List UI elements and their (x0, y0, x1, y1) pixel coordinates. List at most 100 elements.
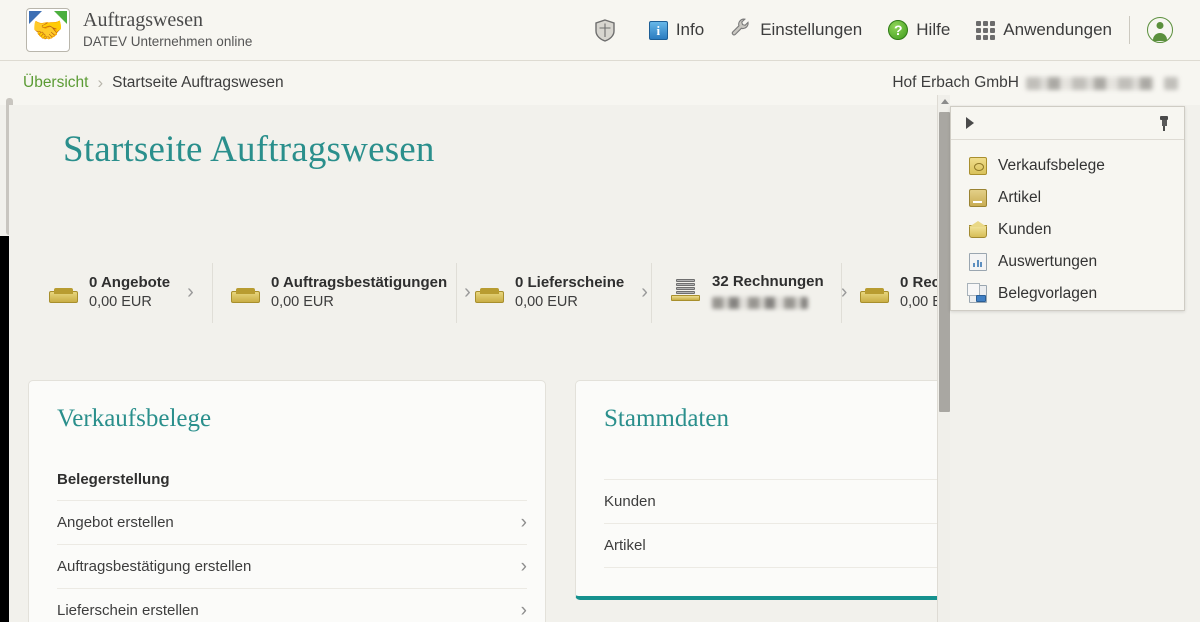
breadcrumb-bar: Übersicht › Startseite Auftragswesen Hof… (0, 61, 1200, 105)
panel-menu-list: Verkaufsbelege Artikel Kunden Auswertung… (951, 140, 1184, 310)
apps-grid-icon (976, 21, 995, 40)
handshake-icon: 🤝 (26, 8, 70, 52)
stat-amount: 0,00 EUR (515, 293, 624, 312)
tray-icon (475, 283, 504, 303)
app-header: 🤝 Auftragswesen DATEV Unternehmen online… (0, 0, 1200, 61)
stat-amount: 0,00 E (900, 293, 937, 312)
nav-info[interactable]: i Info (636, 0, 717, 60)
breadcrumb-root[interactable]: Übersicht (23, 74, 88, 92)
left-edge-bar (0, 236, 9, 622)
list-item-artikel[interactable]: Artikel (604, 523, 937, 567)
company-redacted-block (1026, 77, 1154, 90)
main-vertical-scrollbar[interactable] (937, 95, 950, 622)
pin-icon[interactable] (1158, 116, 1170, 131)
stat-card-lieferscheine[interactable]: 0 Lieferscheine 0,00 EUR › (456, 263, 651, 323)
stat-text-group: 0 Lieferscheine 0,00 EUR (515, 273, 624, 311)
company-redacted-block-2 (1164, 77, 1178, 90)
stat-title: 32 Rechnungen (712, 272, 824, 292)
list-divider (604, 567, 937, 574)
panel-header (951, 107, 1184, 140)
nav-shield[interactable] (582, 0, 636, 60)
panel-item-auswertungen[interactable]: Auswertungen (951, 246, 1184, 278)
stat-title: 0 Auftragsbestätigungen (271, 273, 447, 293)
breadcrumb-current: Startseite Auftragswesen (112, 74, 283, 92)
chevron-right-icon: › (521, 556, 527, 578)
main-content: Startseite Auftragswesen 0 Angebote 0,00… (9, 105, 937, 622)
tray-icon (49, 283, 78, 303)
stat-card-angebote[interactable]: 0 Angebote 0,00 EUR › (31, 263, 212, 323)
company-name: Hof Erbach GmbH (892, 74, 1019, 92)
tray-icon (860, 283, 889, 303)
app-title: Auftragswesen (83, 9, 252, 32)
list-item-label: Angebot erstellen (57, 514, 174, 531)
page-title: Startseite Auftragswesen (63, 128, 435, 171)
stat-title: 0 Rechl (900, 273, 937, 293)
account-button[interactable] (1134, 0, 1186, 60)
stat-title: 0 Angebote (89, 273, 170, 293)
chevron-right-icon: › (97, 73, 103, 93)
quick-access-panel: Verkaufsbelege Artikel Kunden Auswertung… (950, 106, 1185, 311)
shield-icon (595, 19, 615, 42)
panel-item-artikel[interactable]: Artikel (951, 182, 1184, 214)
list-item-label: Kunden (604, 493, 656, 510)
triangle-right-icon[interactable] (966, 117, 974, 129)
nav-anwendungen-label: Anwendungen (1003, 20, 1112, 40)
card-spacer (576, 433, 937, 479)
top-navigation: i Info Einstellungen ? Hilfe Anwendungen (582, 0, 1200, 60)
chevron-right-icon: › (521, 600, 527, 622)
stat-text-group: 32 Rechnungen (712, 272, 824, 312)
stat-text-group: 0 Rechl 0,00 E (900, 273, 937, 311)
stat-text-group: 0 Auftragsbestätigungen 0,00 EUR (271, 273, 447, 311)
company-indicator: Hof Erbach GmbH (892, 74, 1178, 92)
stat-card-rechnungen[interactable]: 32 Rechnungen › (651, 263, 841, 323)
nav-einstellungen[interactable]: Einstellungen (717, 0, 875, 60)
help-circle-icon: ? (888, 20, 908, 40)
card-verkaufsbelege: Verkaufsbelege Belegerstellung Angebot e… (28, 380, 546, 622)
panel-item-label: Auswertungen (998, 253, 1097, 271)
nav-hilfe[interactable]: ? Hilfe (875, 0, 963, 60)
panel-item-label: Kunden (998, 221, 1051, 239)
card-heading: Stammdaten (576, 381, 937, 433)
tray-icon (231, 283, 260, 303)
nav-einstellungen-label: Einstellungen (760, 20, 862, 40)
card-heading: Verkaufsbelege (29, 381, 545, 433)
vertical-scroll-thumb[interactable] (939, 112, 950, 412)
banknote-icon (969, 157, 987, 175)
list-item-angebot-erstellen[interactable]: Angebot erstellen › (57, 500, 527, 544)
list-item-label: Lieferschein erstellen (57, 602, 199, 619)
report-chart-icon (969, 253, 987, 271)
panel-item-label: Artikel (998, 189, 1041, 207)
app-brand-text: Auftragswesen DATEV Unternehmen online (83, 9, 252, 51)
app-brand: 🤝 Auftragswesen DATEV Unternehmen online (26, 8, 252, 52)
breadcrumb: Übersicht › Startseite Auftragswesen (23, 73, 284, 93)
list-item-label: Artikel (604, 537, 646, 554)
nav-divider (1129, 16, 1130, 44)
stat-text-group: 0 Angebote 0,00 EUR (89, 273, 170, 311)
nav-anwendungen[interactable]: Anwendungen (963, 0, 1125, 60)
stat-amount: 0,00 EUR (271, 293, 447, 312)
nav-hilfe-label: Hilfe (916, 20, 950, 40)
nav-info-label: Info (676, 20, 704, 40)
stat-amount: 0,00 EUR (89, 293, 170, 312)
crown-icon (969, 225, 987, 238)
document-template-icon (969, 285, 987, 303)
list-item-lieferschein-erstellen[interactable]: Lieferschein erstellen › (57, 588, 527, 622)
stat-title: 0 Lieferscheine (515, 273, 624, 293)
wrench-icon (730, 17, 752, 44)
panel-item-verkaufsbelege[interactable]: Verkaufsbelege (951, 150, 1184, 182)
stat-amount-redacted (712, 297, 808, 309)
list-item-auftragsbestaetigung-erstellen[interactable]: Auftragsbestätigung erstellen › (57, 544, 527, 588)
panel-item-belegvorlagen[interactable]: Belegvorlagen (951, 278, 1184, 310)
panel-item-label: Verkaufsbelege (998, 157, 1105, 175)
stat-card-rechnungen-partial[interactable]: 0 Rechl 0,00 E (841, 263, 937, 323)
card-section-label: Belegerstellung (29, 433, 545, 500)
list-item-label: Auftragsbestätigung erstellen (57, 558, 251, 575)
info-icon: i (649, 21, 668, 40)
panel-item-label: Belegvorlagen (998, 285, 1097, 303)
panel-item-kunden[interactable]: Kunden (951, 214, 1184, 246)
app-subtitle: DATEV Unternehmen online (83, 33, 252, 51)
stat-card-auftragsbestaetigungen[interactable]: 0 Auftragsbestätigungen 0,00 EUR › (212, 263, 456, 323)
user-avatar-icon (1147, 17, 1173, 43)
list-item-kunden[interactable]: Kunden (604, 479, 937, 523)
scroll-up-arrow-icon[interactable] (941, 99, 949, 104)
